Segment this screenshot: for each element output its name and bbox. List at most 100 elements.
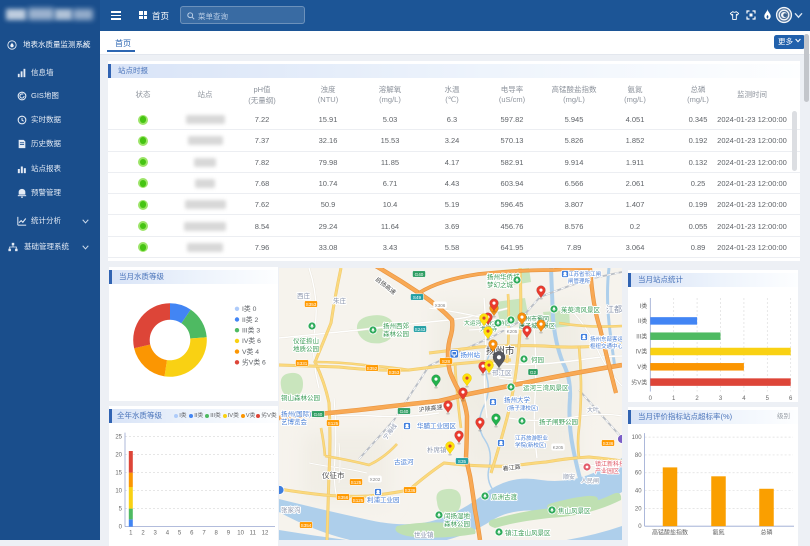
svg-text:10: 10 xyxy=(237,531,244,537)
svg-text:II类 2: II类 2 xyxy=(242,315,258,324)
svg-text:V类 4: V类 4 xyxy=(242,347,259,356)
svg-text:顺安: 顺安 xyxy=(563,473,575,481)
svg-text:7: 7 xyxy=(202,531,206,537)
svg-text:利浦工业园: 利浦工业园 xyxy=(367,495,400,504)
svg-text:5: 5 xyxy=(766,396,770,402)
svg-text:古运河: 古运河 xyxy=(394,457,414,466)
svg-text:1: 1 xyxy=(129,531,133,537)
svg-text:铜山森林公园: 铜山森林公园 xyxy=(281,393,320,402)
svg-text:X306: X306 xyxy=(435,303,446,308)
svg-text:总磷: 总磷 xyxy=(760,529,772,537)
svg-text:IV类: IV类 xyxy=(636,348,648,356)
svg-text:0: 0 xyxy=(638,524,642,530)
svg-text:4: 4 xyxy=(166,531,170,537)
svg-text:镇江金山风景区: 镇江金山风景区 xyxy=(505,528,551,537)
svg-text:IV类 6: IV类 6 xyxy=(242,336,261,345)
svg-text:X202: X202 xyxy=(370,477,381,482)
svg-text:S35: S35 xyxy=(458,459,467,464)
svg-text:人民闸: 人民闸 xyxy=(581,477,599,485)
svg-text:2: 2 xyxy=(695,396,699,402)
svg-text:学院(新校区): 学院(新校区) xyxy=(515,441,546,449)
svg-text:6: 6 xyxy=(190,531,194,537)
svg-text:S336: S336 xyxy=(603,441,614,446)
svg-text:I类 0: I类 0 xyxy=(242,304,257,313)
svg-text:焦山风景区: 焦山风景区 xyxy=(558,506,591,515)
svg-text:劣V类: 劣V类 xyxy=(631,378,647,386)
svg-text:扬州东部客运: 扬州东部客运 xyxy=(590,335,622,343)
svg-text:S125: S125 xyxy=(353,498,364,503)
svg-text:瓜洲古渡: 瓜洲古渡 xyxy=(491,492,518,501)
svg-text:0: 0 xyxy=(119,525,123,531)
svg-text:1: 1 xyxy=(672,396,676,402)
svg-text:2: 2 xyxy=(141,531,145,537)
svg-text:III类: III类 xyxy=(636,332,647,340)
svg-text:S336: S336 xyxy=(405,488,416,493)
svg-text:5: 5 xyxy=(178,531,182,537)
svg-text:8: 8 xyxy=(215,531,219,537)
svg-text:朴席镇: 朴席镇 xyxy=(427,445,447,454)
svg-text:大叶: 大叶 xyxy=(587,406,599,414)
svg-text:地质公园: 地质公园 xyxy=(293,344,319,353)
svg-text:江苏旅游职业: 江苏旅游职业 xyxy=(515,434,549,442)
svg-text:4: 4 xyxy=(742,396,746,402)
svg-text:V类: V类 xyxy=(637,363,647,371)
svg-text:扬州(国际): 扬州(国际) xyxy=(281,409,311,418)
svg-text:3: 3 xyxy=(154,531,158,537)
svg-text:10: 10 xyxy=(115,489,122,495)
svg-text:艺博览会: 艺博览会 xyxy=(281,417,308,426)
svg-text:II类: II类 xyxy=(638,317,647,325)
svg-text:S28: S28 xyxy=(442,359,451,364)
svg-text:9: 9 xyxy=(227,531,231,537)
svg-text:K205: K205 xyxy=(507,329,518,334)
svg-text:S331: S331 xyxy=(297,361,308,366)
svg-text:邗江区: 邗江区 xyxy=(492,369,512,377)
svg-text:S354: S354 xyxy=(301,523,312,528)
svg-text:(扬子津校区): (扬子津校区) xyxy=(507,404,538,412)
svg-text:20: 20 xyxy=(115,453,122,459)
svg-text:S352: S352 xyxy=(367,366,378,371)
svg-text:K205: K205 xyxy=(553,445,564,450)
svg-text:江都区: 江都区 xyxy=(606,305,622,314)
svg-text:15: 15 xyxy=(115,471,122,477)
svg-text:S125: S125 xyxy=(351,480,362,485)
svg-text:何园: 何园 xyxy=(531,355,544,364)
svg-text:20: 20 xyxy=(635,506,642,512)
svg-text:西庄: 西庄 xyxy=(297,291,311,300)
svg-text:S49: S49 xyxy=(413,295,422,300)
svg-text:S353: S353 xyxy=(306,302,317,307)
svg-text:扬州大学: 扬州大学 xyxy=(504,395,531,404)
svg-text:S353: S353 xyxy=(389,370,400,375)
svg-text:世业镇: 世业镇 xyxy=(414,530,434,539)
svg-text:G40: G40 xyxy=(415,272,424,277)
svg-text:11: 11 xyxy=(250,531,257,537)
svg-text:扬州站: 扬州站 xyxy=(461,350,481,359)
svg-text:梦幻之城: 梦幻之城 xyxy=(487,280,514,289)
svg-text:张家沟: 张家沟 xyxy=(281,505,301,514)
svg-text:运河三湾风景区: 运河三湾风景区 xyxy=(523,383,569,392)
svg-text:闸管理所: 闸管理所 xyxy=(568,277,591,285)
svg-text:朱庄: 朱庄 xyxy=(333,296,347,305)
svg-text:产业园区: 产业园区 xyxy=(595,467,619,475)
svg-text:枢纽交通中心: 枢纽交通中心 xyxy=(590,342,622,350)
svg-text:25: 25 xyxy=(115,435,122,441)
svg-text:G40: G40 xyxy=(314,412,323,417)
svg-text:茱萸湾风景区: 茱萸湾风景区 xyxy=(561,305,601,314)
svg-text:G40: G40 xyxy=(400,409,409,414)
svg-text:扬州西郊: 扬州西郊 xyxy=(383,321,410,330)
svg-text:60: 60 xyxy=(635,471,642,477)
svg-text:闰扬湿地: 闰扬湿地 xyxy=(444,511,471,520)
svg-text:劣V类 6: 劣V类 6 xyxy=(242,358,266,367)
svg-text:高锰酸盐指数: 高锰酸盐指数 xyxy=(652,529,688,537)
svg-text:仪征捺山: 仪征捺山 xyxy=(293,336,319,345)
svg-text:扬子闸野公园: 扬子闸野公园 xyxy=(539,417,578,426)
svg-text:6: 6 xyxy=(789,396,793,402)
svg-text:100: 100 xyxy=(632,435,643,441)
svg-text:江苏省邗江闸: 江苏省邗江闸 xyxy=(568,270,601,278)
svg-text:G2: G2 xyxy=(530,370,537,375)
svg-text:0: 0 xyxy=(649,396,653,402)
svg-text:III类 3: III类 3 xyxy=(242,326,260,335)
svg-text:S243: S243 xyxy=(415,327,426,332)
svg-text:80: 80 xyxy=(635,453,642,459)
svg-text:仪征市: 仪征市 xyxy=(322,470,345,480)
svg-text:12: 12 xyxy=(262,531,269,537)
